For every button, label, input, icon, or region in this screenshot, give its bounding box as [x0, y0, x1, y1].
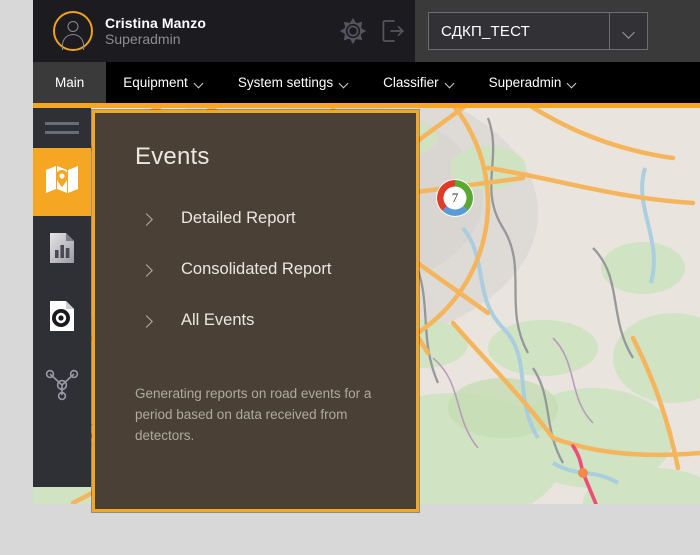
- header-icon-group: [338, 0, 408, 62]
- cluster-marker-count: 7: [451, 190, 459, 205]
- nav-item-label: Main: [55, 75, 85, 90]
- cluster-marker-icon[interactable]: 7: [435, 178, 475, 218]
- hamburger-icon[interactable]: [33, 108, 91, 148]
- chevron-right-icon: [140, 314, 156, 328]
- sidebar-item-network[interactable]: [33, 352, 91, 420]
- nav-item-label: Superadmin: [488, 75, 562, 90]
- organization-select-value: СДКП_ТЕСТ: [441, 22, 530, 40]
- panel-link-label: All Events: [181, 311, 255, 329]
- bar-chart-document-icon: [47, 232, 77, 269]
- panel-link-consolidated-report[interactable]: Consolidated Report: [140, 244, 416, 295]
- sidebar-rail: [33, 108, 91, 487]
- user-zone: Cristina Manzo Superadmin: [33, 0, 415, 62]
- nav-item-system-settings[interactable]: System settings: [221, 62, 366, 103]
- main-navbar: Main Equipment System settings Classifie…: [33, 62, 700, 103]
- panel-link-detailed-report[interactable]: Detailed Report: [140, 193, 416, 244]
- nav-accent-bar: [33, 103, 700, 108]
- logout-icon[interactable]: [378, 16, 408, 46]
- nav-item-label: System settings: [237, 75, 334, 90]
- panel-link-label: Consolidated Report: [181, 260, 332, 278]
- sidebar-item-map[interactable]: [33, 148, 91, 216]
- target-document-icon: [47, 300, 77, 337]
- chevron-down-icon: [195, 80, 204, 86]
- chevron-down-icon: [568, 80, 577, 86]
- nav-item-superadmin[interactable]: Superadmin: [472, 62, 595, 103]
- sidebar-item-reports[interactable]: [33, 216, 91, 284]
- chevron-down-icon[interactable]: [609, 13, 647, 49]
- chevron-right-icon: [140, 212, 156, 226]
- nav-item-equipment[interactable]: Equipment: [106, 62, 221, 103]
- organization-select[interactable]: СДКП_ТЕСТ: [428, 12, 648, 50]
- panel-title: Events: [135, 143, 210, 170]
- events-panel: Events Detailed Report Consolidated Repo…: [92, 110, 419, 512]
- network-nodes-icon: [44, 367, 80, 406]
- top-header: Cristina Manzo Superadmin СДКП_ТЕСТ: [33, 0, 700, 62]
- application-root: администрат округ Москва Южный администр…: [0, 0, 700, 555]
- panel-link-all-events[interactable]: All Events: [140, 295, 416, 346]
- chevron-right-icon: [140, 263, 156, 277]
- gear-icon[interactable]: [338, 16, 368, 46]
- user-role: Superadmin: [105, 31, 181, 47]
- panel-link-label: Detailed Report: [181, 209, 296, 227]
- nav-item-label: Classifier: [383, 75, 439, 90]
- user-avatar-icon[interactable]: [53, 11, 93, 51]
- nav-item-label: Equipment: [123, 75, 188, 90]
- chevron-down-icon: [340, 80, 349, 86]
- panel-link-list: Detailed Report Consolidated Report All …: [95, 193, 416, 346]
- nav-item-classifier[interactable]: Classifier: [366, 62, 472, 103]
- chevron-down-icon: [446, 80, 455, 86]
- user-text-block: Cristina Manzo Superadmin: [105, 15, 206, 47]
- panel-description: Generating reports on road events for a …: [135, 386, 372, 443]
- map-icon: [45, 165, 79, 200]
- avatar-body: [62, 34, 84, 50]
- user-name: Cristina Manzo: [105, 14, 206, 31]
- chevron-down-glyph: [623, 28, 634, 35]
- nav-item-main[interactable]: Main: [33, 62, 107, 103]
- avatar-head: [67, 21, 79, 32]
- sidebar-item-detectors[interactable]: [33, 284, 91, 352]
